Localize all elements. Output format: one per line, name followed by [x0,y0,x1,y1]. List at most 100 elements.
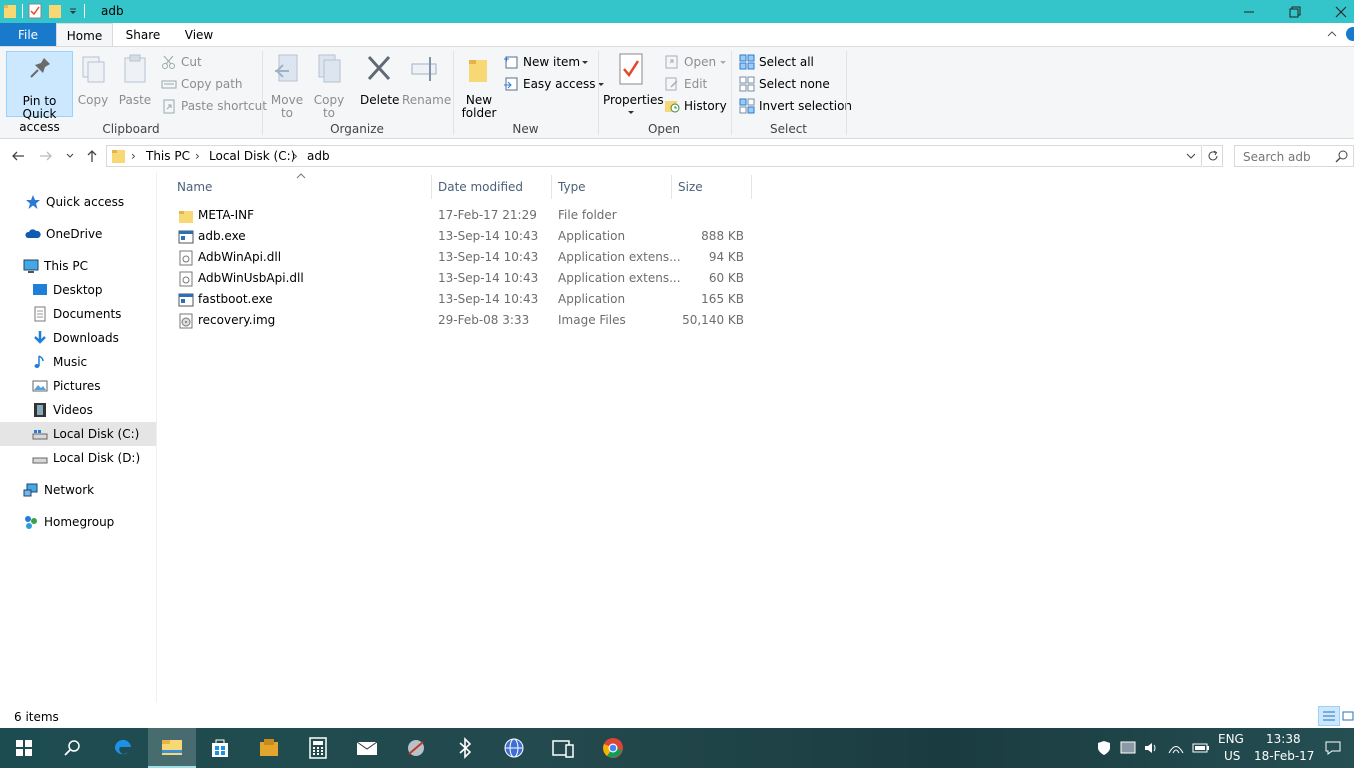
clock-date[interactable]: 18-Feb-17 [1254,749,1314,763]
volume-icon[interactable] [1143,740,1159,759]
nav-homegroup[interactable]: Homegroup [0,510,156,534]
breadcrumb-separator[interactable]: › [195,149,200,163]
file-row[interactable]: adb.exe 13-Sep-14 10:43 Application 888 … [170,226,752,247]
file-row[interactable]: AdbWinUsbApi.dll 13-Sep-14 10:43 Applica… [170,268,752,289]
select-all-button[interactable]: Select all [739,52,814,72]
address-bar[interactable]: › This PC › Local Disk (C:) › adb [106,145,1202,167]
invert-selection-button[interactable]: Invert selection [739,96,852,116]
bluetooth-taskbar-button[interactable] [441,728,489,768]
delete-button[interactable]: Delete [360,51,399,107]
wifi-icon[interactable] [1168,740,1184,759]
minimize-ribbon-button[interactable] [1326,28,1338,43]
recent-locations-button[interactable] [64,150,76,165]
nav-local-disk-d[interactable]: Local Disk (D:) [0,446,156,470]
pin-to-quick-access-button[interactable]: Pin to Quick access [6,51,73,134]
new-folder-icon[interactable] [48,3,62,19]
nav-documents[interactable]: Documents [0,302,156,326]
edge-taskbar-button[interactable] [99,728,147,768]
tab-view[interactable]: View [172,23,226,47]
properties-button[interactable]: Properties [603,51,664,120]
battery-icon[interactable] [1192,740,1210,759]
nav-this-pc[interactable]: This PC [0,254,156,278]
nav-local-disk-c[interactable]: Local Disk (C:) [0,422,156,446]
new-item-button[interactable]: New item [503,52,590,72]
nav-desktop[interactable]: Desktop [0,278,156,302]
file-row[interactable]: AdbWinApi.dll 13-Sep-14 10:43 Applicatio… [170,247,752,268]
open-button[interactable]: Open [664,52,728,72]
breadcrumb-adb[interactable]: adb [307,149,330,163]
search-box[interactable] [1234,145,1354,167]
tools-taskbar-button[interactable] [392,728,440,768]
input-language-bottom[interactable]: US [1224,749,1240,763]
minimize-button[interactable] [1226,0,1272,23]
calculator-taskbar-button[interactable] [294,728,342,768]
search-taskbar-button[interactable] [48,728,96,768]
paste-button[interactable]: Paste [118,51,152,107]
paste-shortcut-button[interactable]: Paste shortcut [161,96,267,116]
nav-downloads[interactable]: Downloads [0,326,156,350]
select-none-button[interactable]: Select none [739,74,830,94]
file-row[interactable]: recovery.img 29-Feb-08 3:33 Image Files … [170,310,752,331]
input-language-top[interactable]: ENG [1218,732,1244,746]
back-button[interactable] [10,148,26,167]
properties-icon[interactable] [28,3,42,19]
forward-button[interactable] [38,148,54,167]
nav-quick-access[interactable]: Quick access [0,190,156,214]
device-taskbar-button[interactable] [539,728,587,768]
chrome-taskbar-button[interactable] [589,728,637,768]
tab-share[interactable]: Share [114,23,172,47]
mail-taskbar-button[interactable] [343,728,391,768]
history-button[interactable]: History [664,96,727,116]
restore-button[interactable] [1272,0,1318,23]
copy-button[interactable]: Copy [76,51,110,107]
copy-to-button[interactable]: Copy to [312,51,346,120]
clock-time[interactable]: 13:38 [1266,732,1301,746]
address-dropdown-icon[interactable] [1185,150,1197,162]
start-button[interactable] [0,728,48,768]
details-view-button[interactable] [1318,706,1340,726]
breadcrumb-this-pc[interactable]: This PC [146,149,190,163]
cut-button[interactable]: Cut [161,52,202,72]
close-button[interactable] [1318,0,1354,23]
file-row[interactable]: META-INF 17-Feb-17 21:29 File folder [170,205,752,226]
breadcrumb-separator[interactable]: › [293,149,298,163]
refresh-button[interactable] [1203,145,1223,167]
file-row[interactable]: fastboot.exe 13-Sep-14 10:43 Application… [170,289,752,310]
copy-path-button[interactable]: Copy path [161,74,243,94]
action-center-button[interactable] [1325,740,1341,759]
network-app-taskbar-button[interactable] [490,728,538,768]
tab-home[interactable]: Home [56,23,113,47]
column-header-date-modified[interactable]: Date modified [438,180,523,194]
breadcrumb-local-disk-c[interactable]: Local Disk (C:) [209,149,295,163]
edit-button[interactable]: Edit [664,74,707,94]
column-divider[interactable] [551,175,552,199]
up-button[interactable] [84,148,100,167]
nav-network[interactable]: Network [0,478,156,502]
column-header-type[interactable]: Type [558,180,586,194]
file-explorer-taskbar-button[interactable] [148,728,196,768]
new-folder-button[interactable]: New folder [460,51,498,120]
customize-qat-icon[interactable] [68,3,78,19]
tray-app-icon[interactable] [1120,740,1136,759]
column-divider[interactable] [671,175,672,199]
large-icons-view-icon [1342,711,1353,721]
tab-file[interactable]: File [0,23,56,47]
large-icons-view-button[interactable] [1341,706,1354,726]
app-taskbar-button[interactable] [245,728,293,768]
store-taskbar-button[interactable] [196,728,244,768]
nav-pictures[interactable]: Pictures [0,374,156,398]
defender-icon[interactable] [1097,740,1111,759]
easy-access-button[interactable]: Easy access [503,74,606,94]
breadcrumb-separator[interactable]: › [131,149,136,163]
nav-videos[interactable]: Videos [0,398,156,422]
column-header-size[interactable]: Size [678,180,703,194]
rename-button[interactable]: Rename [402,51,451,107]
move-to-button[interactable]: Move to [270,51,304,120]
search-input[interactable] [1243,149,1331,165]
help-icon[interactable] [1346,27,1354,41]
nav-onedrive[interactable]: OneDrive [0,222,156,246]
column-divider[interactable] [751,175,752,199]
column-header-name[interactable]: Name [177,180,212,194]
column-divider[interactable] [431,175,432,199]
nav-music[interactable]: Music [0,350,156,374]
